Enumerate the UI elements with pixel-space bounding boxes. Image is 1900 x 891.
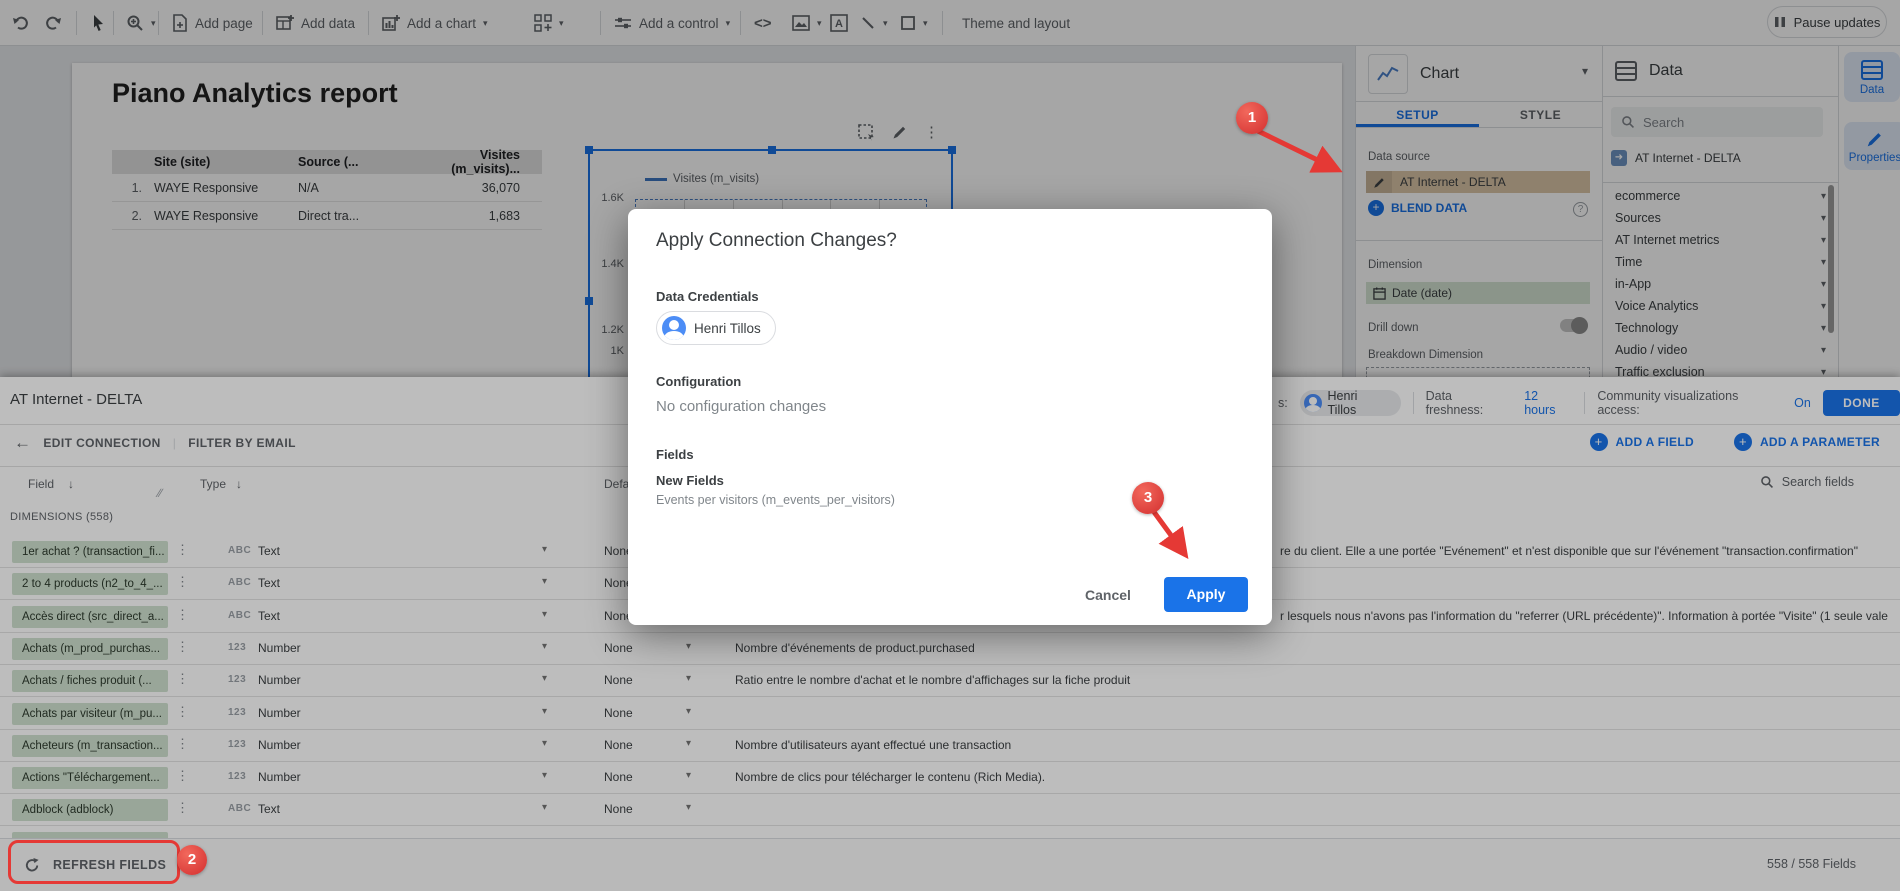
new-field-item: Events per visitors (m_events_per_visito… [656, 493, 895, 507]
apply-connection-changes-dialog: Apply Connection Changes? Data Credentia… [628, 209, 1272, 625]
dialog-title: Apply Connection Changes? [656, 230, 897, 252]
step3-badge: 3 [1132, 482, 1164, 514]
configuration-label: Configuration [656, 374, 741, 389]
refresh-fields-highlight [8, 840, 180, 884]
step1-badge: 1 [1236, 102, 1268, 134]
apply-button[interactable]: Apply [1164, 577, 1248, 612]
new-fields-label: New Fields [656, 473, 724, 488]
step2-badge: 2 [177, 845, 207, 875]
fields-label: Fields [656, 447, 694, 462]
credentials-owner-name: Henri Tillos [694, 321, 761, 336]
avatar [662, 316, 686, 340]
looker-studio-window: ▾ Add page Add data Add a chart ▾ ▾ Add … [0, 0, 1900, 891]
data-credentials-label: Data Credentials [656, 289, 759, 304]
credentials-owner-chip[interactable]: Henri Tillos [656, 311, 776, 345]
cancel-button[interactable]: Cancel [1068, 581, 1148, 609]
configuration-value: No configuration changes [656, 398, 826, 415]
